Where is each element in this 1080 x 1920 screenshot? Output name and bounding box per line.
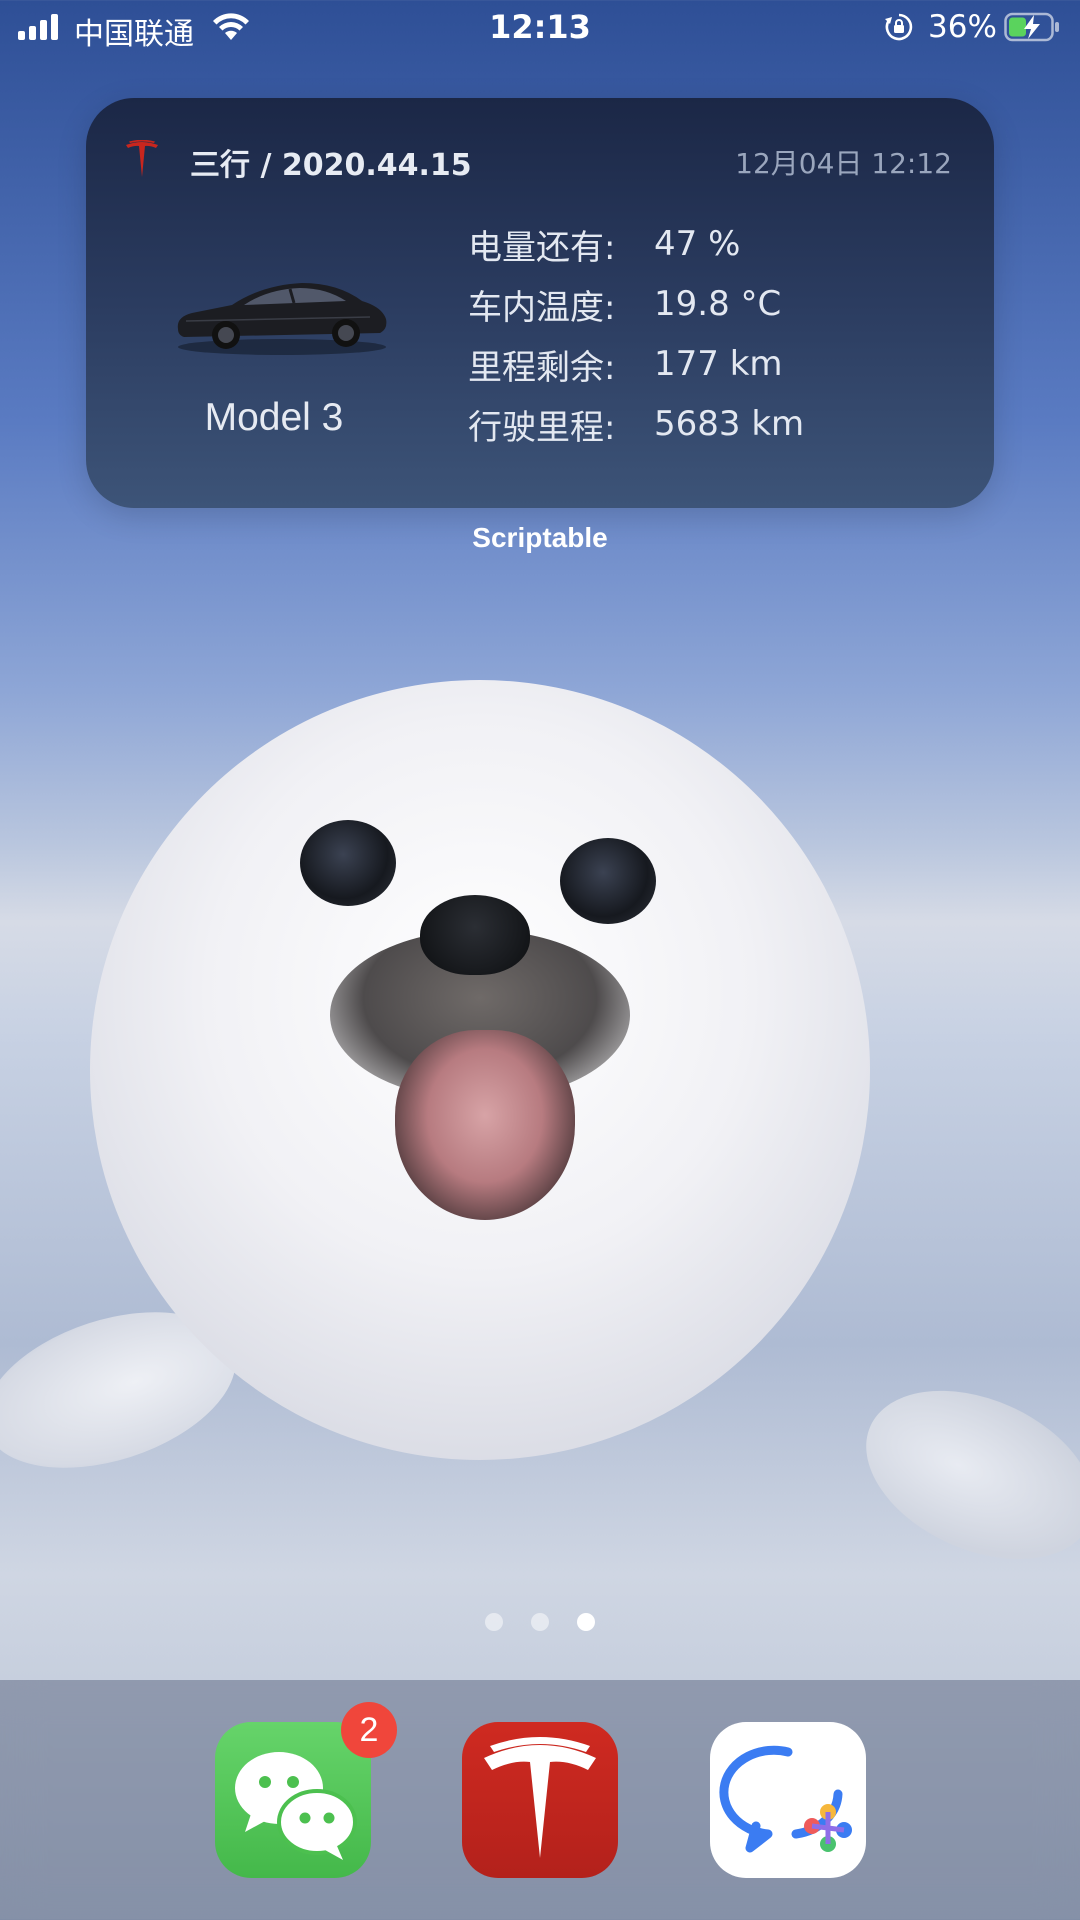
tesla-app-icon[interactable] <box>462 1722 618 1878</box>
stat-label: 车内温度: <box>468 287 616 328</box>
widget-caption: Scriptable <box>472 522 608 553</box>
chat-app-icon[interactable] <box>710 1722 866 1878</box>
page-dot-active[interactable] <box>577 1613 595 1631</box>
seal-nose <box>420 895 530 975</box>
stat-value: 5683 km <box>654 404 805 444</box>
dock: 2 <box>0 1680 1080 1920</box>
stat-value: 177 km <box>654 344 783 384</box>
seal-flipper-right <box>839 1357 1080 1593</box>
stat-row-temperature: 车内温度: 19.8 °C <box>468 274 804 334</box>
stat-label: 里程剩余: <box>468 347 616 388</box>
status-bar: 中国联通 12:13 36% <box>0 0 1080 56</box>
wechat-app-icon[interactable]: 2 <box>215 1702 397 1878</box>
stat-row-battery: 电量还有: 47 % <box>468 214 804 274</box>
notification-badge: 2 <box>341 1702 397 1758</box>
seal-eye-right <box>560 838 656 924</box>
page-indicator[interactable] <box>0 1613 1080 1631</box>
stat-label: 行驶里程: <box>468 407 616 448</box>
widget-title: 三行 / 2020.44.15 <box>190 148 472 183</box>
chat-bubble-icon <box>719 1745 852 1853</box>
rotation-lock-icon <box>885 13 913 41</box>
page-dot[interactable] <box>531 1613 549 1631</box>
car-image <box>177 283 387 355</box>
stat-row-range: 里程剩余: 177 km <box>468 334 804 394</box>
page-dot[interactable] <box>485 1613 503 1631</box>
stat-value: 19.8 °C <box>654 284 782 324</box>
widget-timestamp: 12月04日 12:12 <box>735 147 952 180</box>
tesla-widget[interactable]: 三行 / 2020.44.15 12月04日 12:12 Model 3 电量还… <box>86 98 994 508</box>
tesla-logo-icon <box>484 1737 596 1858</box>
battery-charging-icon <box>1004 12 1059 42</box>
seal-mouth <box>395 1030 575 1220</box>
battery-percent: 36% <box>928 9 997 45</box>
stat-label: 电量还有: <box>468 227 616 268</box>
stat-value: 47 % <box>654 224 741 264</box>
tesla-logo-icon <box>126 140 158 177</box>
stat-row-odometer: 行驶里程: 5683 km <box>468 394 804 454</box>
status-time: 12:13 <box>489 8 591 46</box>
seal-eye-left <box>300 820 396 906</box>
car-model-name: Model 3 <box>204 396 344 439</box>
vehicle-stats: 电量还有: 47 % 车内温度: 19.8 °C 里程剩余: 177 km 行驶… <box>468 214 804 454</box>
